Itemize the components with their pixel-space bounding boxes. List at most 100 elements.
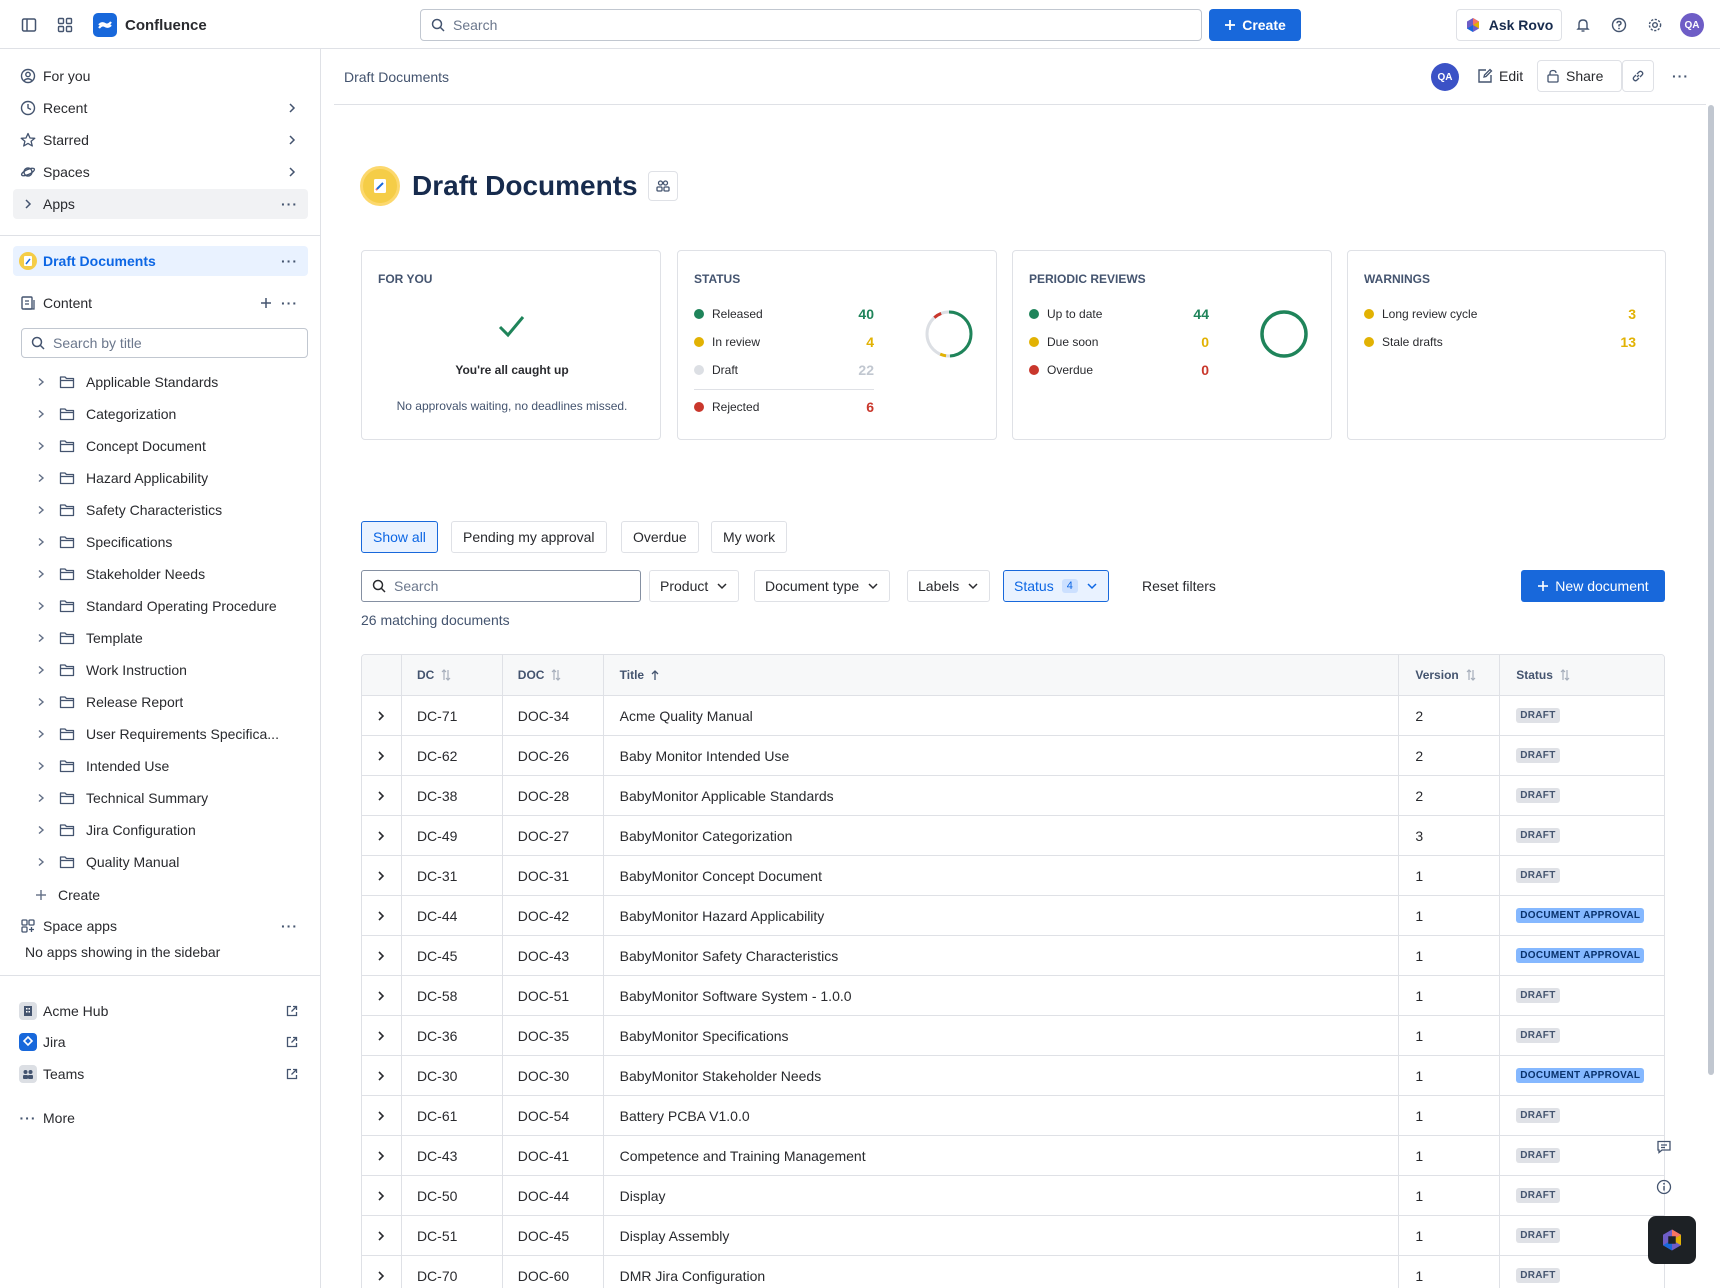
cell-title[interactable]: Battery PCBA V1.0.0: [604, 1096, 1400, 1135]
page-tree-item[interactable]: Quality Manual: [30, 847, 310, 877]
sidebar-link-acme-hub[interactable]: Acme Hub: [13, 996, 308, 1026]
sidebar-link-jira[interactable]: Jira: [13, 1027, 308, 1057]
expand-row-chevron-icon[interactable]: [362, 896, 402, 935]
breadcrumb[interactable]: Draft Documents: [344, 69, 449, 85]
cell-title[interactable]: BabyMonitor Categorization: [604, 816, 1400, 855]
page-tree-item[interactable]: Specifications: [30, 527, 310, 557]
help-icon[interactable]: [1603, 9, 1635, 41]
cell-title[interactable]: BabyMonitor Specifications: [604, 1016, 1400, 1055]
copy-link-button[interactable]: [1622, 60, 1654, 92]
page-tree-item[interactable]: User Requirements Specifica...: [30, 719, 310, 749]
page-tree-item[interactable]: Release Report: [30, 687, 310, 717]
column-header-status[interactable]: Status: [1500, 655, 1664, 695]
column-header-doc[interactable]: DOC: [503, 655, 604, 695]
status-row-draft[interactable]: Draft 22: [694, 360, 874, 380]
table-row[interactable]: DC-71 DOC-34 Acme Quality Manual 2 DRAFT: [362, 696, 1664, 736]
expand-row-chevron-icon[interactable]: [362, 856, 402, 895]
expand-row-chevron-icon[interactable]: [362, 776, 402, 815]
chevron-right-icon[interactable]: [30, 537, 52, 547]
share-button[interactable]: Share: [1537, 60, 1622, 92]
column-header-version[interactable]: Version: [1399, 655, 1501, 695]
page-tree-item[interactable]: Work Instruction: [30, 655, 310, 685]
table-row[interactable]: DC-43 DOC-41 Competence and Training Manag…: [362, 1136, 1664, 1176]
ask-rovo-button[interactable]: Ask Rovo: [1456, 9, 1562, 41]
expand-row-chevron-icon[interactable]: [362, 1016, 402, 1055]
expand-row-chevron-icon[interactable]: [362, 1096, 402, 1135]
sidebar-toggle-icon[interactable]: [13, 9, 45, 41]
more-options-icon[interactable]: ···: [281, 196, 298, 212]
page-tree-item[interactable]: Template: [30, 623, 310, 653]
expand-row-chevron-icon[interactable]: [362, 1136, 402, 1175]
expand-row-chevron-icon[interactable]: [362, 936, 402, 975]
content-section-header[interactable]: Content ···: [13, 288, 308, 318]
sidebar-item-recent[interactable]: Recent: [13, 93, 308, 123]
chevron-right-icon[interactable]: [30, 633, 52, 643]
table-row[interactable]: DC-36 DOC-35 BabyMonitor Specifications 1 DR…: [362, 1016, 1664, 1056]
chevron-right-icon[interactable]: [30, 665, 52, 675]
chevron-right-icon[interactable]: [30, 761, 52, 771]
column-header-dc[interactable]: DC: [402, 655, 503, 695]
table-row[interactable]: DC-58 DOC-51 BabyMonitor Software System -…: [362, 976, 1664, 1016]
chevron-right-icon[interactable]: [30, 825, 52, 835]
cell-title[interactable]: DMR Jira Configuration: [604, 1256, 1400, 1288]
sidebar-item-spaces[interactable]: Spaces: [13, 157, 308, 187]
chevron-right-icon[interactable]: [30, 409, 52, 419]
table-row[interactable]: DC-49 DOC-27 BabyMonitor Categorization 3 DR…: [362, 816, 1664, 856]
app-switcher-icon[interactable]: [49, 9, 81, 41]
expand-row-chevron-icon[interactable]: [362, 816, 402, 855]
cell-title[interactable]: Display Assembly: [604, 1216, 1400, 1255]
chevron-right-icon[interactable]: [30, 441, 52, 451]
table-row[interactable]: DC-31 DOC-31 BabyMonitor Concept Document 1…: [362, 856, 1664, 896]
cell-title[interactable]: Display: [604, 1176, 1400, 1215]
column-header-title[interactable]: Title: [604, 655, 1400, 695]
reset-filters-link[interactable]: Reset filters: [1142, 578, 1216, 594]
chevron-right-icon[interactable]: [30, 505, 52, 515]
page-tree-item[interactable]: Jira Configuration: [30, 815, 310, 845]
create-button[interactable]: Create: [1209, 9, 1301, 41]
space-draft-documents[interactable]: Draft Documents ···: [13, 246, 308, 276]
expand-row-chevron-icon[interactable]: [362, 1056, 402, 1095]
page-tree-item[interactable]: Safety Characteristics: [30, 495, 310, 525]
chevron-right-icon[interactable]: [30, 729, 52, 739]
periodic-row-overdue[interactable]: Overdue 0: [1029, 360, 1209, 380]
page-tree-item[interactable]: Hazard Applicability: [30, 463, 310, 493]
space-apps-header[interactable]: Space apps ···: [13, 911, 308, 941]
page-collaborator-avatar[interactable]: QA: [1431, 63, 1459, 91]
periodic-row-due-soon[interactable]: Due soon 0: [1029, 332, 1209, 352]
product-dropdown[interactable]: Product: [649, 570, 740, 602]
cell-title[interactable]: BabyMonitor Applicable Standards: [604, 776, 1400, 815]
table-row[interactable]: DC-50 DOC-44 Display 1 DRAFT: [362, 1176, 1664, 1216]
cell-title[interactable]: Acme Quality Manual: [604, 696, 1400, 735]
warning-row-long-review[interactable]: Long review cycle 3: [1364, 304, 1636, 324]
cell-title[interactable]: BabyMonitor Software System - 1.0.0: [604, 976, 1400, 1015]
chevron-right-icon[interactable]: [30, 697, 52, 707]
cell-title[interactable]: BabyMonitor Concept Document: [604, 856, 1400, 895]
page-people-icon[interactable]: [647, 171, 678, 201]
table-row[interactable]: DC-62 DOC-26 Baby Monitor Intended Use 2 DRA…: [362, 736, 1664, 776]
page-more-actions-icon[interactable]: ···: [1664, 60, 1697, 92]
table-row[interactable]: DC-51 DOC-45 Display Assembly 1 DRAFT: [362, 1216, 1664, 1256]
expand-row-chevron-icon[interactable]: [362, 1176, 402, 1215]
cell-title[interactable]: BabyMonitor Safety Characteristics: [604, 936, 1400, 975]
global-search-input[interactable]: Search: [420, 9, 1202, 41]
new-document-button[interactable]: New document: [1521, 570, 1665, 602]
more-options-icon[interactable]: ···: [281, 253, 298, 269]
document-type-dropdown[interactable]: Document type: [754, 570, 891, 602]
page-tree-item[interactable]: Technical Summary: [30, 783, 310, 813]
chevron-right-icon[interactable]: [30, 473, 52, 483]
add-content-plus-icon[interactable]: [260, 297, 272, 309]
more-options-icon[interactable]: ···: [281, 918, 298, 934]
confluence-logo-link[interactable]: Confluence: [93, 13, 207, 37]
info-icon[interactable]: [1648, 1171, 1680, 1203]
expand-row-chevron-icon[interactable]: [362, 1216, 402, 1255]
table-row[interactable]: DC-70 DOC-60 DMR Jira Configuration 1 DRAFT: [362, 1256, 1664, 1288]
filter-tab-show-all[interactable]: Show all: [361, 521, 438, 553]
page-tree-item[interactable]: Intended Use: [30, 751, 310, 781]
sidebar-item-apps[interactable]: Apps ···: [13, 189, 308, 219]
page-emoji-icon[interactable]: [360, 166, 400, 206]
periodic-row-up-to-date[interactable]: Up to date 44: [1029, 304, 1209, 324]
rovo-chat-button[interactable]: [1648, 1216, 1696, 1264]
cell-title[interactable]: BabyMonitor Stakeholder Needs: [604, 1056, 1400, 1095]
chevron-right-icon[interactable]: [30, 377, 52, 387]
sidebar-search-input[interactable]: Search by title: [21, 328, 308, 358]
